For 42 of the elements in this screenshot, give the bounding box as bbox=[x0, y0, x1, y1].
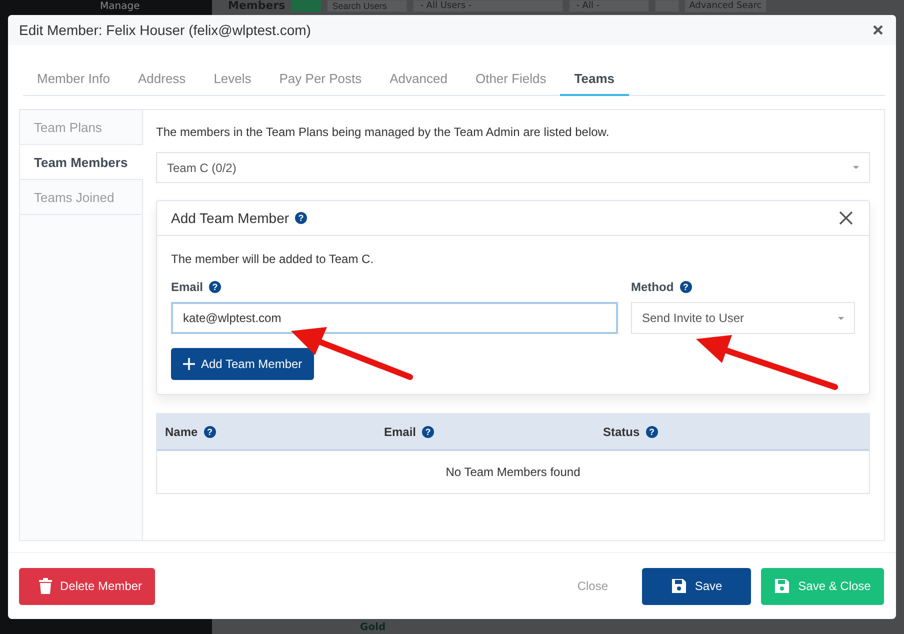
field-label: Method bbox=[631, 280, 674, 294]
tab[interactable]: Levels bbox=[200, 61, 266, 96]
tab[interactable]: Other Fields bbox=[461, 61, 560, 96]
column-header: Status bbox=[603, 424, 640, 438]
tab[interactable]: Advanced bbox=[376, 61, 462, 96]
dialog-title: Edit Member: Felix Houser (felix@wlptest.com) bbox=[19, 22, 311, 38]
add-team-member-button[interactable]: Add Team Member bbox=[171, 348, 314, 380]
close-icon[interactable] bbox=[873, 25, 883, 35]
help-icon[interactable]: ? bbox=[295, 212, 308, 224]
card-title: Add Team Member bbox=[171, 210, 290, 226]
advanced-search-button[interactable]: Advanced Searc bbox=[685, 0, 766, 12]
intro-text: The members in the Team Plans being managed by the Team Admin are listed below. bbox=[156, 125, 610, 139]
note-text: The member will be added to Team C. bbox=[171, 252, 375, 266]
tab[interactable]: Address bbox=[124, 61, 200, 96]
side-nav-item[interactable]: Team Members bbox=[20, 145, 143, 180]
delete-member-button[interactable]: Delete Member bbox=[19, 568, 155, 604]
tab[interactable]: Teams bbox=[560, 61, 629, 96]
column-header: Email bbox=[384, 424, 416, 438]
field-label: Email bbox=[171, 280, 204, 294]
method-dropdown[interactable]: Send Invite to User bbox=[631, 302, 855, 334]
trash-icon bbox=[39, 578, 52, 594]
filter-dropdown[interactable]: - All Users - bbox=[413, 0, 564, 12]
email-field[interactable]: kate@wlptest.com bbox=[171, 302, 618, 334]
empty-message: No Team Members found bbox=[444, 464, 582, 481]
tab[interactable]: Member Info bbox=[23, 61, 124, 96]
column-header: Name bbox=[165, 424, 198, 438]
help-icon[interactable]: ? bbox=[209, 281, 222, 293]
tree-item: Gold bbox=[360, 622, 387, 633]
help-icon[interactable]: ? bbox=[204, 426, 216, 438]
search-field[interactable]: Search Users bbox=[327, 0, 408, 12]
side-nav-item[interactable]: Teams Joined bbox=[20, 180, 142, 215]
filter-dropdown[interactable]: - All - bbox=[569, 0, 650, 12]
team-dropdown[interactable]: Team C (0/2) bbox=[156, 152, 870, 183]
help-icon[interactable]: ? bbox=[422, 426, 434, 438]
close-button[interactable]: Close bbox=[571, 578, 614, 594]
help-icon[interactable]: ? bbox=[646, 426, 658, 438]
save-button[interactable]: Save bbox=[642, 568, 751, 604]
save-and-close-button[interactable]: Save & Close bbox=[761, 568, 884, 604]
tab[interactable]: Pay Per Posts bbox=[265, 61, 376, 96]
close-icon[interactable] bbox=[839, 211, 853, 225]
plus-icon bbox=[183, 358, 195, 370]
help-icon[interactable]: ? bbox=[680, 281, 692, 293]
